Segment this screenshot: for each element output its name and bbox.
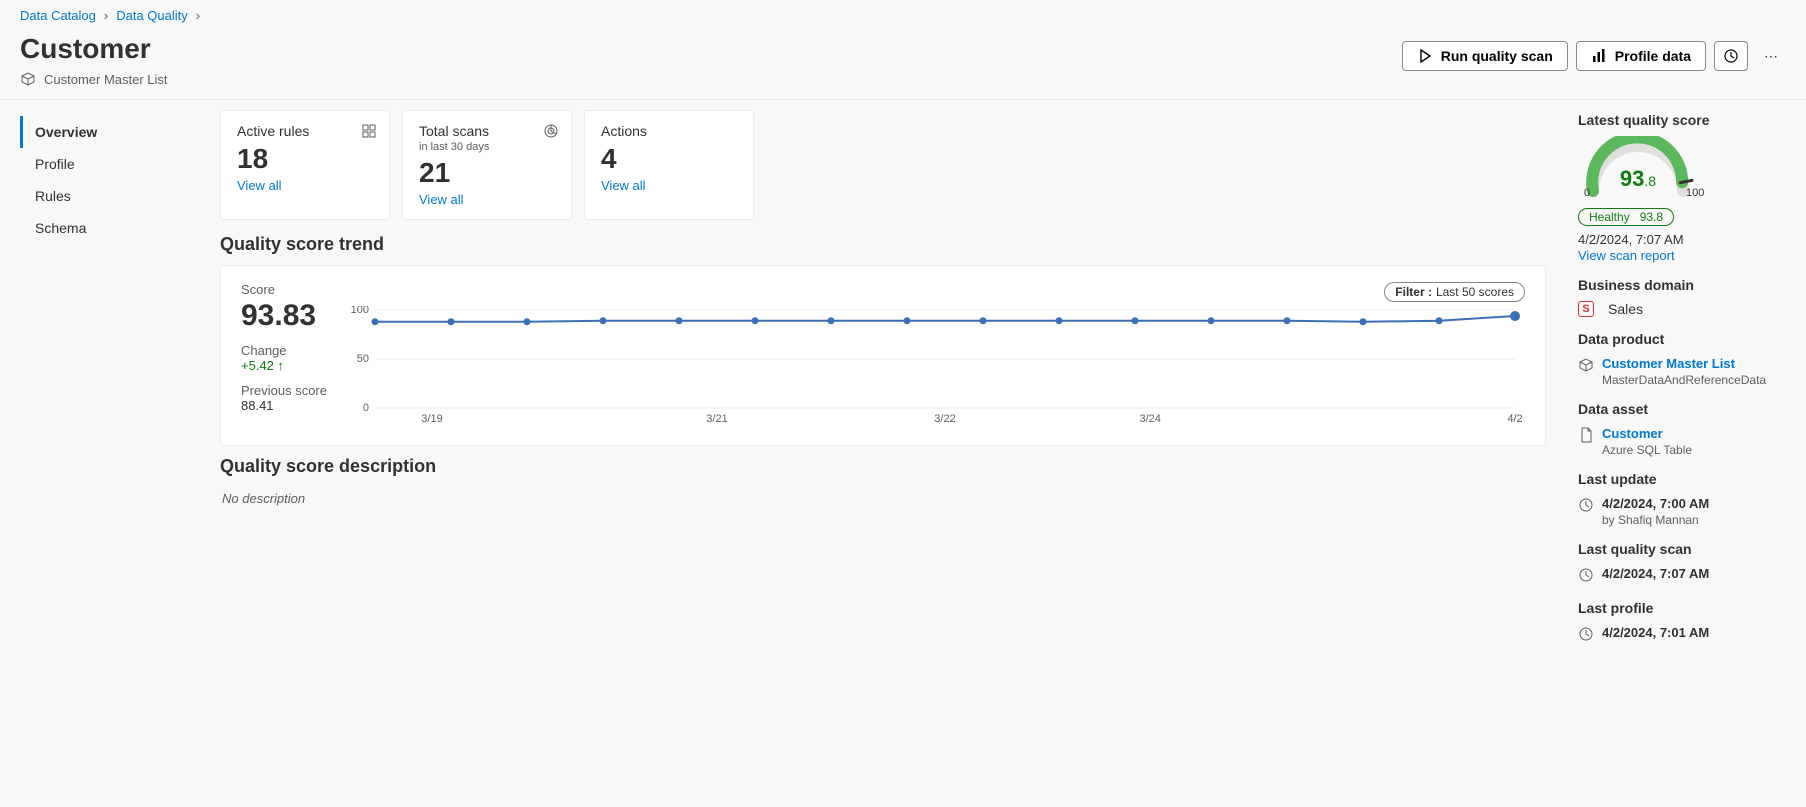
svg-text:3/24: 3/24 xyxy=(1139,413,1160,425)
card-total-scans-value: 21 xyxy=(419,157,555,189)
history-icon xyxy=(1723,48,1739,64)
status-value: 93.8 xyxy=(1640,210,1663,224)
last-profile-title: Last profile xyxy=(1578,600,1782,616)
svg-text:0: 0 xyxy=(363,402,369,414)
nav-profile[interactable]: Profile xyxy=(20,148,200,180)
trend-filter-pill[interactable]: Filter : Last 50 scores xyxy=(1384,282,1525,302)
card-active-rules: Active rules 18 View all xyxy=(220,110,390,220)
breadcrumb-data-quality[interactable]: Data Quality xyxy=(116,8,188,23)
card-active-rules-title: Active rules xyxy=(237,123,373,139)
more-actions-button[interactable]: ⋯ xyxy=(1756,42,1786,71)
business-domain-title: Business domain xyxy=(1578,277,1782,293)
bar-chart-icon xyxy=(1591,48,1607,64)
more-horizontal-icon: ⋯ xyxy=(1764,48,1778,64)
history-button[interactable] xyxy=(1714,41,1748,71)
card-total-scans-link[interactable]: View all xyxy=(419,192,464,207)
data-asset-title: Data asset xyxy=(1578,401,1782,417)
svg-text:4/2: 4/2 xyxy=(1507,413,1522,425)
data-product-link[interactable]: Customer Master List xyxy=(1602,356,1735,371)
card-total-scans-title: Total scans xyxy=(419,123,555,139)
page-subtitle: Customer Master List xyxy=(44,72,168,87)
svg-text:100: 100 xyxy=(351,306,369,316)
nav-overview[interactable]: Overview xyxy=(20,116,200,148)
document-icon xyxy=(1578,427,1594,446)
data-asset-sub: Azure SQL Table xyxy=(1602,443,1692,457)
trend-chart-svg: 0 50 100 3/19 3/21 3/22 3/24 4/2 xyxy=(351,306,1525,426)
business-domain-value: Sales xyxy=(1608,301,1643,317)
chevron-right-icon: › xyxy=(104,8,108,23)
clock-icon xyxy=(1578,497,1594,516)
nav-rules[interactable]: Rules xyxy=(20,180,200,212)
profile-data-label: Profile data xyxy=(1615,48,1691,64)
radar-icon xyxy=(543,123,559,139)
card-active-rules-value: 18 xyxy=(237,143,373,175)
last-update-title: Last update xyxy=(1578,471,1782,487)
trend-score-label: Score xyxy=(241,282,331,297)
view-scan-report-link[interactable]: View scan report xyxy=(1578,248,1675,263)
svg-text:3/21: 3/21 xyxy=(706,413,727,425)
sales-badge-icon: S xyxy=(1578,301,1594,317)
last-update-by: by Shafiq Mannan xyxy=(1602,513,1699,527)
last-profile-ts: 4/2/2024, 7:01 AM xyxy=(1602,625,1709,640)
data-asset-link[interactable]: Customer xyxy=(1602,426,1663,441)
last-update-ts: 4/2/2024, 7:00 AM xyxy=(1602,496,1709,511)
history-icon xyxy=(1578,567,1594,586)
svg-text:50: 50 xyxy=(357,353,369,365)
chevron-right-icon: › xyxy=(196,8,200,23)
desc-section-title: Quality score description xyxy=(220,456,1546,477)
latest-score-title: Latest quality score xyxy=(1578,112,1782,128)
trend-panel: Score 93.83 Change +5.42 ↑ Previous scor… xyxy=(220,265,1546,446)
svg-text:3/22: 3/22 xyxy=(934,413,955,425)
desc-text: No description xyxy=(220,487,1546,510)
right-panel: Latest quality score 0 100 93.8 Healthy … xyxy=(1566,100,1786,661)
svg-text:93.8: 93.8 xyxy=(1620,166,1656,191)
left-nav: Overview Profile Rules Schema xyxy=(20,100,200,661)
card-total-scans: Total scans in last 30 days 21 View all xyxy=(402,110,572,220)
run-quality-scan-button[interactable]: Run quality scan xyxy=(1402,41,1568,71)
card-actions: Actions 4 View all xyxy=(584,110,754,220)
package-icon xyxy=(1578,357,1594,376)
trend-filter-value: Last 50 scores xyxy=(1436,285,1514,299)
trend-prev-value: 88.41 xyxy=(241,398,331,413)
last-quality-scan-title: Last quality scan xyxy=(1578,541,1782,557)
package-icon xyxy=(20,71,36,87)
nav-schema[interactable]: Schema xyxy=(20,212,200,244)
rules-icon xyxy=(361,123,377,139)
svg-text:3/19: 3/19 xyxy=(421,413,442,425)
trend-change-label: Change xyxy=(241,343,331,358)
svg-text:0: 0 xyxy=(1584,187,1590,199)
data-product-title: Data product xyxy=(1578,331,1782,347)
page-title: Customer xyxy=(20,33,168,65)
run-quality-scan-label: Run quality scan xyxy=(1441,48,1553,64)
trend-filter-prefix: Filter : xyxy=(1395,285,1432,299)
history-icon xyxy=(1578,626,1594,645)
card-actions-title: Actions xyxy=(601,123,737,139)
trend-change-value: +5.42 ↑ xyxy=(241,358,331,373)
svg-text:100: 100 xyxy=(1686,187,1704,199)
trend-section-title: Quality score trend xyxy=(220,234,1546,255)
play-icon xyxy=(1417,48,1433,64)
data-product-sub: MasterDataAndReferenceData xyxy=(1602,373,1766,387)
card-actions-value: 4 xyxy=(601,143,737,175)
trend-prev-label: Previous score xyxy=(241,383,331,398)
card-actions-link[interactable]: View all xyxy=(601,178,646,193)
card-active-rules-link[interactable]: View all xyxy=(237,178,282,193)
card-total-scans-sub: in last 30 days xyxy=(419,141,555,153)
trend-score-value: 93.83 xyxy=(241,299,331,333)
status-label: Healthy xyxy=(1589,210,1630,224)
last-quality-scan-ts: 4/2/2024, 7:07 AM xyxy=(1602,566,1709,581)
status-badge: Healthy 93.8 xyxy=(1578,208,1674,226)
gauge-icon: 0 100 93.8 xyxy=(1578,136,1708,201)
breadcrumb: Data Catalog › Data Quality › xyxy=(0,0,1806,31)
breadcrumb-data-catalog[interactable]: Data Catalog xyxy=(20,8,96,23)
profile-data-button[interactable]: Profile data xyxy=(1576,41,1706,71)
latest-scan-ts: 4/2/2024, 7:07 AM xyxy=(1578,232,1782,247)
